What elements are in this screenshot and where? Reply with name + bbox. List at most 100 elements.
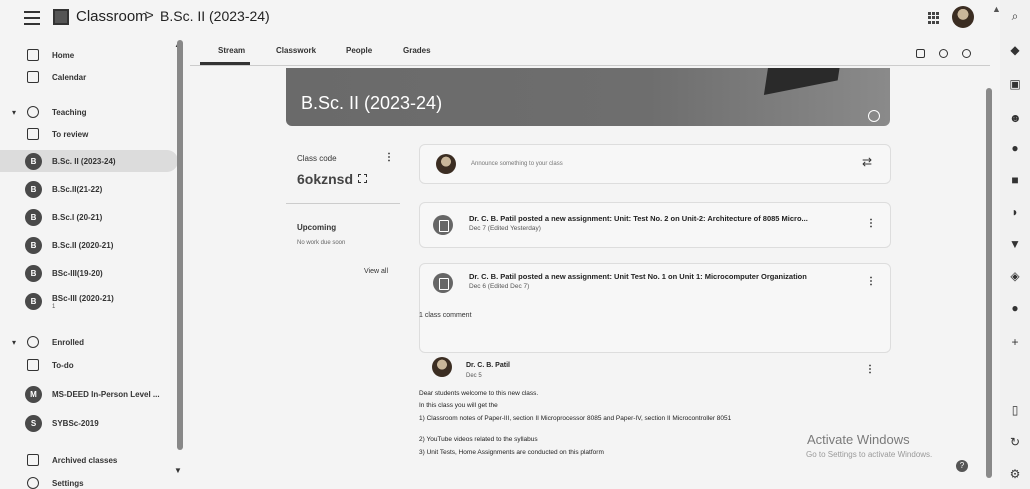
tab-grades[interactable]: Grades <box>403 46 431 55</box>
home-icon <box>27 49 39 61</box>
fullscreen-icon[interactable] <box>358 174 367 183</box>
outlook-icon[interactable]: ■ <box>1009 174 1021 186</box>
sidebar-class-item[interactable]: B B.Sc.II (2020-21) <box>0 234 178 256</box>
menu-icon[interactable] <box>24 11 40 25</box>
class-avatar: M <box>25 385 42 403</box>
sidebar: Home Calendar ▾ Teaching To review B B.S… <box>0 38 188 489</box>
edge-sidebar: ⌕ ◆ ▣ ☻ ● ■ ◗ ▼ ◈ ● + ▯ ↻ ⚙ <box>1000 0 1030 489</box>
upcoming-label: Upcoming <box>297 223 337 232</box>
sidebar-item-calendar[interactable]: Calendar <box>0 66 178 88</box>
tab-classwork[interactable]: Classwork <box>276 46 316 55</box>
add-icon[interactable]: + <box>1009 336 1021 348</box>
breadcrumb-app[interactable]: Classroom <box>76 8 148 25</box>
class-avatar: B <box>25 208 42 226</box>
tag-icon[interactable]: ◆ <box>1009 44 1021 56</box>
main-content: Stream Classwork People Grades B.Sc. II … <box>190 38 992 489</box>
stream-item[interactable]: Dr. C. B. Patil posted a new assignment:… <box>419 263 891 353</box>
calendar-icon <box>27 71 39 83</box>
sidebar-section-enrolled[interactable]: ▾ Enrolled <box>0 331 178 353</box>
tab-bar: Stream Classwork People Grades <box>190 38 990 66</box>
post-text-line: In this class you will get the <box>419 402 498 409</box>
post-date: Dec 5 <box>466 373 482 379</box>
office-icon[interactable]: ● <box>1009 142 1021 154</box>
class-avatar: B <box>25 236 42 254</box>
checklist-icon <box>27 359 39 371</box>
sidebar-class-item[interactable]: B B.Sc.II(21-22) <box>0 178 178 200</box>
map-icon[interactable]: ◈ <box>1009 270 1021 282</box>
sidebar-class-item[interactable]: M MS-DEED In-Person Level ... <box>0 383 178 405</box>
sidebar-item-to-review[interactable]: To review <box>0 123 178 145</box>
search-icon[interactable]: ⌕ <box>1009 10 1021 22</box>
sidebar-scrollbar[interactable] <box>177 40 183 450</box>
breadcrumb-class[interactable]: B.Sc. II (2023-24) <box>160 8 270 24</box>
sidebar-item-home[interactable]: Home <box>0 44 178 66</box>
class-banner: B.Sc. II (2023-24) <box>286 68 890 126</box>
graduation-icon <box>27 336 39 348</box>
post-text-line: 2) YouTube videos related to the syllabu… <box>419 436 538 443</box>
stream-item[interactable]: Dr. C. B. Patil posted a new assignment:… <box>419 202 891 248</box>
activation-watermark-sub: Go to Settings to activate Windows. <box>806 450 933 459</box>
class-comments-link[interactable]: 1 class comment <box>419 312 472 319</box>
drive-icon[interactable]: ◗ <box>1009 206 1021 218</box>
cart-icon[interactable]: ▼ <box>1009 238 1021 250</box>
sidebar-class-item[interactable]: S SYBSc-2019 <box>0 412 178 434</box>
top-bar: Classroom > B.Sc. II (2023-24) <box>0 0 1000 38</box>
sidebar-section-teaching[interactable]: ▾ Teaching <box>0 101 178 123</box>
view-all-link[interactable]: View all <box>364 268 388 275</box>
calendar-icon[interactable] <box>916 49 925 58</box>
stream-item-title: Dr. C. B. Patil posted a new assignment:… <box>469 214 808 223</box>
post-text-line: 1) Classroom notes of Paper-III, section… <box>419 415 732 422</box>
settings-icon[interactable] <box>962 49 971 58</box>
more-icon[interactable]: ⋮ <box>866 218 876 229</box>
repost-icon[interactable]: ⇄ <box>862 155 872 169</box>
tab-stream[interactable]: Stream <box>218 46 245 55</box>
post-author: Dr. C. B. Patil <box>466 362 510 369</box>
upcoming-none: No work due soon <box>297 240 346 246</box>
class-code-label: Class code <box>297 154 337 163</box>
class-code-card: Class code ⋮ 6okznsd Upcoming No work du… <box>286 144 400 292</box>
more-icon[interactable]: ⋮ <box>865 364 875 375</box>
graduation-cap-icon <box>763 68 843 95</box>
classroom-logo[interactable] <box>53 9 69 25</box>
sidebar-class-item[interactable]: B B.Sc. II (2023-24) <box>0 150 178 172</box>
tab-people[interactable]: People <box>346 46 372 55</box>
sidebar-class-item[interactable]: B B.Sc.I (20-21) <box>0 206 178 228</box>
sidebar-scroll-down-icon[interactable]: ▼ <box>174 466 182 475</box>
more-icon[interactable]: ⋮ <box>866 276 876 287</box>
class-avatar: B <box>25 292 42 310</box>
avatar <box>436 154 456 174</box>
skype-icon[interactable]: ● <box>1009 302 1021 314</box>
post-text-line: Dear students welcome to this new class. <box>419 390 539 397</box>
refresh-icon[interactable]: ↻ <box>1009 436 1021 448</box>
sidebar-class-item[interactable]: B BSc-III(19-20) <box>0 262 178 284</box>
drive-icon[interactable] <box>939 49 948 58</box>
caret-down-icon: ▾ <box>12 337 17 347</box>
class-code-value: 6okznsd <box>297 171 354 187</box>
assignment-icon <box>433 215 453 235</box>
split-icon[interactable]: ▯ <box>1009 404 1021 416</box>
active-tab-indicator <box>200 62 250 65</box>
settings-icon[interactable]: ⚙ <box>1009 468 1021 480</box>
sidebar-item-archived[interactable]: Archived classes <box>0 449 178 471</box>
apps-icon[interactable] <box>928 12 940 24</box>
announce-box[interactable]: Announce something to your class ⇄ <box>419 144 891 184</box>
avatar <box>432 357 452 377</box>
more-icon[interactable]: ⋮ <box>384 152 394 163</box>
avatar[interactable] <box>952 6 974 28</box>
main-scrollbar[interactable] <box>986 88 992 478</box>
activation-watermark-title: Activate Windows <box>807 432 910 447</box>
sidebar-class-item[interactable]: B BSc-III (2020-21) 1 <box>0 290 178 312</box>
people-icon[interactable]: ☻ <box>1009 112 1022 124</box>
help-icon[interactable]: ? <box>956 460 968 472</box>
stream-item-date: Dec 7 (Edited Yesterday) <box>469 225 541 232</box>
settings-icon <box>27 477 39 489</box>
assignment-icon <box>433 273 453 293</box>
breadcrumb-separator-icon: > <box>145 7 154 24</box>
sidebar-item-settings[interactable]: Settings <box>0 472 178 489</box>
info-icon[interactable] <box>868 110 880 122</box>
stream-item-title: Dr. C. B. Patil posted a new assignment:… <box>469 272 807 281</box>
sidebar-item-to-do[interactable]: To-do <box>0 354 178 376</box>
post-text-line: 3) Unit Tests, Home Assignments are cond… <box>419 449 604 456</box>
class-avatar: B <box>25 264 42 282</box>
briefcase-icon[interactable]: ▣ <box>1009 78 1021 90</box>
